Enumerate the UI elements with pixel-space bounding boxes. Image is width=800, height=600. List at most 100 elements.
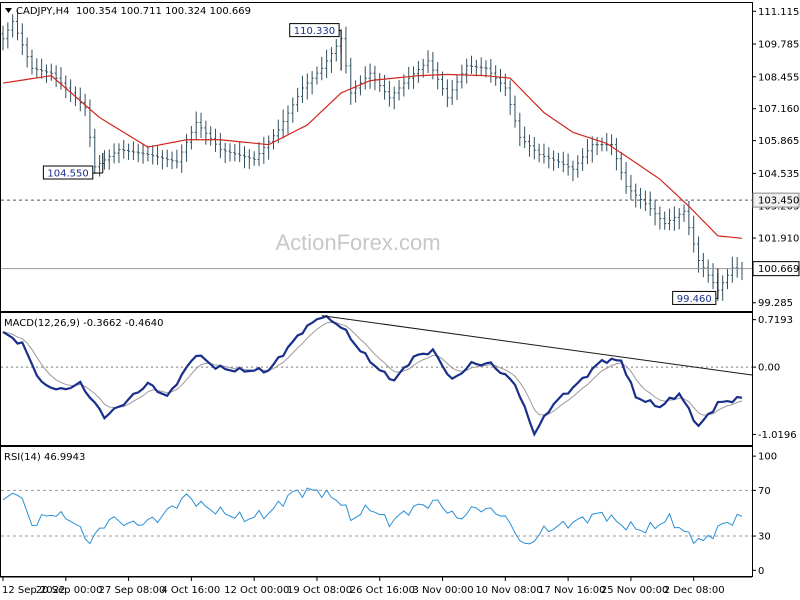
candle xyxy=(6,22,10,49)
candle xyxy=(238,141,242,163)
rsi-layer xyxy=(1,487,752,545)
candle xyxy=(566,153,570,176)
price-layer: 110.330 104.550 99.460 xyxy=(1,10,752,305)
candle xyxy=(547,147,551,169)
candle xyxy=(185,133,189,162)
price-axis-label: 104.535 xyxy=(758,169,799,180)
chart-canvas: ActionForex.com 110.330 104.550 99.460 111… xyxy=(0,2,800,596)
candle xyxy=(305,73,309,100)
candle xyxy=(54,65,58,87)
candle xyxy=(267,135,271,160)
macd-trendline xyxy=(321,315,753,376)
candle xyxy=(378,72,382,92)
candle xyxy=(455,74,459,100)
candle xyxy=(93,128,97,174)
candle xyxy=(552,150,556,171)
collapse-triangle-icon[interactable] xyxy=(5,8,12,13)
candle xyxy=(498,68,502,92)
candle xyxy=(25,37,29,68)
candle xyxy=(199,112,203,138)
candle xyxy=(706,259,710,283)
price-axis-label: 109.785 xyxy=(758,40,799,51)
candle xyxy=(590,136,594,163)
annotation-label: 104.550 xyxy=(47,169,88,180)
price-axis-label: 101.910 xyxy=(758,234,799,245)
candle xyxy=(697,236,701,273)
candle xyxy=(474,59,478,77)
candle xyxy=(102,150,106,170)
watermark: ActionForex.com xyxy=(275,230,440,255)
candle xyxy=(508,80,512,116)
rsi-axis-label: 70 xyxy=(758,486,771,497)
candle xyxy=(300,75,304,104)
candle xyxy=(532,137,536,160)
candle xyxy=(112,143,116,164)
rsi-axis-label: 100 xyxy=(758,452,777,463)
price-axis-label: 108.455 xyxy=(758,72,799,83)
candle xyxy=(44,64,48,84)
candle xyxy=(450,79,454,105)
macd-signal-line xyxy=(2,321,743,416)
candle xyxy=(262,136,266,164)
candle xyxy=(59,67,63,90)
candle xyxy=(271,129,275,150)
candle xyxy=(556,152,560,169)
candle xyxy=(624,162,628,194)
candle xyxy=(479,57,483,76)
candle xyxy=(527,134,531,157)
price-annotation: 99.460 xyxy=(672,268,719,305)
candle xyxy=(35,58,39,78)
candle xyxy=(648,191,652,216)
macd-line xyxy=(2,314,743,437)
candle xyxy=(281,109,285,139)
price-annotation: 104.550 xyxy=(42,153,104,180)
candle xyxy=(576,155,580,178)
candle xyxy=(412,66,416,89)
candle xyxy=(740,261,744,281)
annotation-label: 110.330 xyxy=(294,26,335,37)
x-axis-label: 2 Dec 08:00 xyxy=(664,585,725,596)
candle xyxy=(175,149,179,169)
candle xyxy=(117,143,121,163)
candle xyxy=(730,256,734,283)
candle xyxy=(334,39,338,62)
candle xyxy=(571,160,575,182)
rsi-axis-label: 30 xyxy=(758,532,771,543)
macd-axis-label: -1.0196 xyxy=(758,430,797,441)
candle xyxy=(614,137,618,171)
candle xyxy=(643,190,647,212)
candle xyxy=(416,61,420,83)
candle xyxy=(194,111,198,140)
candle xyxy=(619,152,623,180)
candle xyxy=(373,65,377,91)
candle xyxy=(127,143,131,160)
candle xyxy=(344,26,348,74)
candle xyxy=(151,145,155,165)
candle xyxy=(189,125,193,150)
candle xyxy=(257,141,261,167)
candle xyxy=(170,151,174,170)
candle xyxy=(634,183,638,208)
candle xyxy=(329,47,333,73)
candle xyxy=(484,60,488,78)
candle xyxy=(180,144,184,173)
candle xyxy=(218,132,222,159)
macd-axis-label: 0.00 xyxy=(758,363,780,374)
candle xyxy=(310,71,314,95)
last-price-axis-label: 100.669 xyxy=(758,264,799,275)
candle xyxy=(585,139,589,165)
candle xyxy=(407,66,411,90)
candle xyxy=(610,134,614,156)
candle xyxy=(682,204,686,222)
candle xyxy=(523,126,527,149)
candle xyxy=(605,133,609,152)
candle xyxy=(726,268,730,290)
candle xyxy=(735,257,739,278)
x-axis-label: 3 Nov 00:00 xyxy=(413,585,474,596)
macd-layer xyxy=(1,314,753,437)
rsi-panel-frame xyxy=(0,446,753,577)
candle xyxy=(470,55,474,74)
x-axis-label: 17 Nov 16:00 xyxy=(538,585,605,596)
candle xyxy=(668,208,672,231)
candle xyxy=(146,145,150,162)
